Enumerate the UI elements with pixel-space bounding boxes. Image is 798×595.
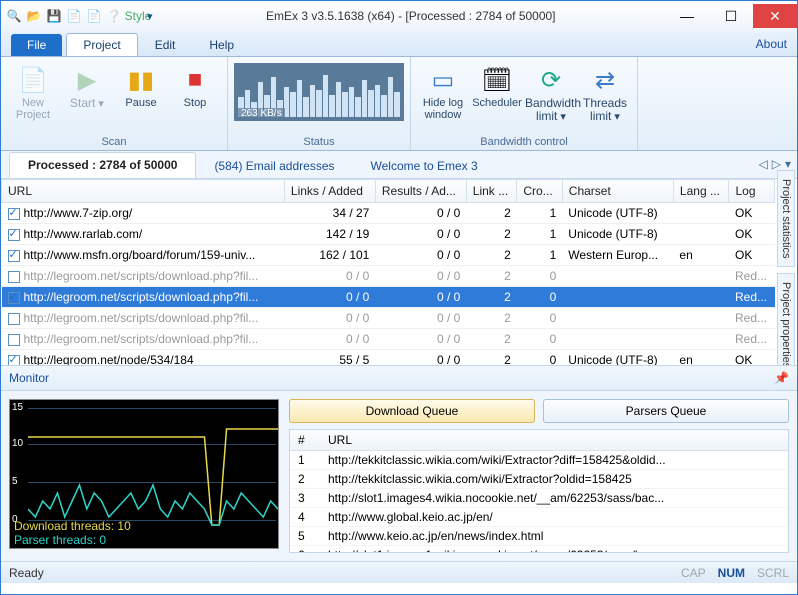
tab-processed[interactable]: Processed : 2784 of 50000 [9,152,196,178]
scrl-indicator: SCRL [757,566,789,580]
row-checkbox[interactable] [8,229,20,241]
row-checkbox[interactable] [8,313,20,325]
row-checkbox[interactable] [8,271,20,283]
tab-prev-icon[interactable]: ◁ [759,157,768,171]
table-row[interactable]: http://www.rarlab.com/ 142 / 190 / 021 U… [2,224,775,245]
help-tab[interactable]: Help [192,33,251,56]
qcol-num[interactable]: # [290,430,320,451]
list-item[interactable]: 5http://www.keio.ac.jp/en/news/index.htm… [290,527,788,546]
status-ready: Ready [9,566,44,580]
edit-tab[interactable]: Edit [138,33,193,56]
col-cro[interactable]: Cro... [517,180,562,203]
row-checkbox[interactable] [8,355,20,365]
start-button[interactable]: ▶Start ▾ [61,59,113,110]
list-item[interactable]: 1http://tekkitclassic.wikia.com/wiki/Ext… [290,451,788,470]
threads-icon: ⇄ [579,63,631,97]
tab-menu-icon[interactable]: ▾ [785,157,791,171]
list-item[interactable]: 6http://slot1.images1.wikia.nocookie.net… [290,546,788,554]
scheduler-icon: 🗓 [471,63,523,97]
chart-legend: Download threads: 10 Parser threads: 0 [14,519,131,547]
scan-group-label: Scan [7,134,221,150]
hide-log-icon: ▭ [417,63,469,97]
titlebar: 🔍 📂 💾 📄 📄 ❔ Style ▾ EmEx 3 v3.5.1638 (x6… [1,1,797,31]
url-grid-wrap: URL Links / Added Results / Ad... Link .… [1,179,775,365]
tab-next-icon[interactable]: ▷ [772,157,781,171]
num-indicator: NUM [718,566,745,580]
side-tab-statistics[interactable]: Project statistics [777,170,795,267]
col-log[interactable]: Log [729,180,775,203]
new-project-button[interactable]: 📄New Project [7,59,59,121]
table-row[interactable]: http://legroom.net/scripts/download.php?… [2,308,775,329]
pause-button[interactable]: ▮▮Pause [115,59,167,109]
row-checkbox[interactable] [8,250,20,262]
save-icon[interactable]: 💾 [45,7,63,25]
parsers-queue-button[interactable]: Parsers Queue [543,399,789,423]
scheduler-button[interactable]: 🗓Scheduler [471,59,523,109]
tab-welcome[interactable]: Welcome to Emex 3 [353,154,496,178]
doc1-icon[interactable]: 📄 [65,7,83,25]
maximize-button[interactable]: ☐ [709,4,753,28]
table-row[interactable]: http://legroom.net/scripts/download.php?… [2,287,775,308]
col-charset[interactable]: Charset [562,180,673,203]
ribbon: 📄New Project ▶Start ▾ ▮▮Pause ■Stop Scan… [1,57,797,151]
app-icon: 🔍 [5,7,23,25]
monitor-title: Monitor [9,371,49,385]
project-tab[interactable]: Project [66,33,137,56]
table-row[interactable]: http://legroom.net/scripts/download.php?… [2,329,775,350]
statusbar: Ready CAP NUM SCRL [1,561,797,583]
bandwidth-icon: ⟳ [525,63,577,97]
threads-limit-button[interactable]: ⇄Threads limit ▾ [579,59,631,123]
threads-chart: 15 10 5 0 Download threads: 10 Parser th… [9,399,279,549]
col-lang[interactable]: Lang ... [673,180,729,203]
qcol-url[interactable]: URL [320,430,788,451]
status-group-label: Status [234,134,404,150]
open-icon[interactable]: 📂 [25,7,43,25]
stop-button[interactable]: ■Stop [169,59,221,109]
queue-table[interactable]: # URL 1http://tekkitclassic.wikia.com/wi… [289,429,789,553]
ribbon-tabs: File Project Edit Help About [1,31,797,57]
window-title: EmEx 3 v3.5.1638 (x64) - [Processed : 27… [157,9,665,23]
table-row[interactable]: http://legroom.net/node/534/184 55 / 50 … [2,350,775,366]
new-project-icon: 📄 [7,63,59,97]
bandwidth-limit-button[interactable]: ⟳Bandwidth limit ▾ [525,59,577,123]
monitor-body: 15 10 5 0 Download threads: 10 Parser th… [1,391,797,561]
row-checkbox[interactable] [8,292,20,304]
close-button[interactable]: ✕ [753,4,797,28]
list-item[interactable]: 4http://www.global.keio.ac.jp/en/ [290,508,788,527]
file-tab[interactable]: File [11,34,62,56]
tab-emails[interactable]: (584) Email addresses [196,154,352,178]
quick-access-toolbar: 🔍 📂 💾 📄 📄 ❔ Style ▾ [5,7,157,25]
hide-log-button[interactable]: ▭Hide log window [417,59,469,121]
content-tabs: Processed : 2784 of 50000 (584) Email ad… [1,151,797,179]
row-checkbox[interactable] [8,208,20,220]
bandwidth-group-label: Bandwidth control [417,134,631,150]
help-icon[interactable]: ❔ [105,7,123,25]
doc2-icon[interactable]: 📄 [85,7,103,25]
pause-icon: ▮▮ [115,63,167,97]
col-link[interactable]: Link ... [466,180,517,203]
table-row[interactable]: http://www.7-zip.org/ 34 / 270 / 021 Uni… [2,203,775,224]
table-row[interactable]: http://www.msfn.org/board/forum/159-univ… [2,245,775,266]
style-dropdown[interactable]: Style ▾ [125,7,157,25]
cap-indicator: CAP [681,566,706,580]
pin-icon[interactable]: 📌 [774,371,789,385]
row-checkbox[interactable] [8,334,20,346]
minimize-button[interactable]: — [665,4,709,28]
col-links[interactable]: Links / Added [284,180,375,203]
side-tab-properties[interactable]: Project properties [777,273,795,377]
col-url[interactable]: URL [2,180,285,203]
url-grid[interactable]: URL Links / Added Results / Ad... Link .… [1,179,775,365]
download-queue-button[interactable]: Download Queue [289,399,535,423]
stop-icon: ■ [169,63,221,97]
list-item[interactable]: 3http://slot1.images4.wikia.nocookie.net… [290,489,788,508]
table-row[interactable]: http://legroom.net/scripts/download.php?… [2,266,775,287]
list-item[interactable]: 2http://tekkitclassic.wikia.com/wiki/Ext… [290,470,788,489]
monitor-header: Monitor 📌 [1,365,797,391]
about-link[interactable]: About [756,37,787,51]
play-icon: ▶ [61,63,113,97]
status-chart: 263 KB/s [234,63,404,121]
col-results[interactable]: Results / Ad... [375,180,466,203]
side-panels: Project statistics Project properties [777,170,797,384]
transfer-rate: 263 KB/s [238,108,285,119]
